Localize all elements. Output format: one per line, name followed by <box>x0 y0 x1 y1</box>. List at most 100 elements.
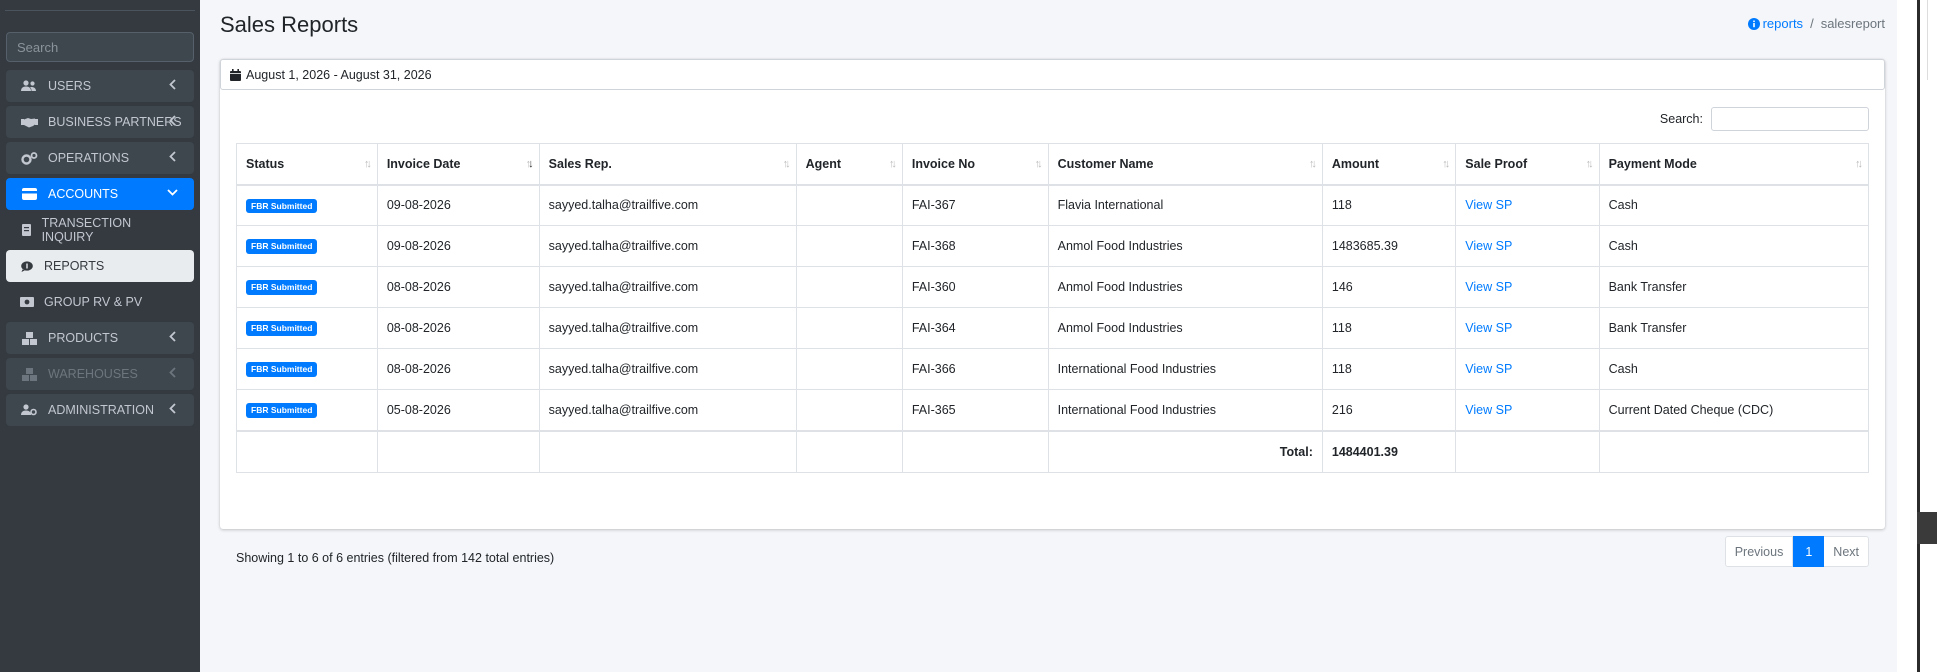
sidebar-item-warehouses[interactable]: WAREHOUSES <box>6 358 194 390</box>
column-header-status[interactable]: Status ↑↓ <box>236 143 378 186</box>
sort-icon: ↑↓ <box>782 158 791 170</box>
column-header-sale-proof[interactable]: Sale Proof ↑↓ <box>1455 143 1600 186</box>
cell-sales-rep: sayyed.talha@trailfive.com <box>538 348 797 390</box>
status-badge: FBR Submitted <box>246 280 318 295</box>
view-sp-link[interactable]: View SP <box>1465 362 1512 376</box>
cubes-icon <box>20 367 38 381</box>
cell-agent <box>795 307 903 349</box>
table-search-input[interactable] <box>1711 107 1869 131</box>
date-range-picker[interactable]: August 1, 2026 - August 31, 2026 <box>220 59 1885 90</box>
sidebar-divider <box>5 10 195 11</box>
sidebar-item-reports[interactable]: REPORTS <box>6 250 194 282</box>
comment-dollar-icon <box>20 259 34 273</box>
sort-icon: ↑↓ <box>1034 158 1043 170</box>
sort-icon: ↑↓ <box>1442 158 1450 170</box>
cell-invoice-no: FAI-365 <box>901 389 1049 431</box>
cell-invoice-date: 05-08-2026 <box>376 389 540 431</box>
sidebar-item-label: GROUP RV & PV <box>44 295 143 309</box>
pagination: Previous 1 Next <box>1724 536 1869 567</box>
cell-sale-proof: View SP <box>1455 389 1600 431</box>
table-row: FBR Submitted 08-08-2026 sayyed.talha@tr… <box>236 348 1870 390</box>
sort-desc-icon: ↑↓ <box>525 158 534 170</box>
cell-sale-proof: View SP <box>1455 184 1600 226</box>
cell-amount: 216 <box>1321 389 1457 431</box>
column-label: Agent <box>805 156 842 171</box>
table-row: FBR Submitted 09-08-2026 sayyed.talha@tr… <box>236 225 1870 267</box>
breadcrumb-current: salesreport <box>1820 16 1885 31</box>
cell-status: FBR Submitted <box>236 389 378 431</box>
column-label: Invoice No <box>911 156 976 171</box>
view-sp-link[interactable]: View SP <box>1465 403 1512 417</box>
cell-status: FBR Submitted <box>236 184 378 226</box>
table-row: FBR Submitted 09-08-2026 sayyed.talha@tr… <box>236 184 1870 226</box>
pagination-next[interactable]: Next <box>1824 536 1869 567</box>
sidebar-item-users[interactable]: USERS <box>6 70 194 102</box>
column-label: Sales Rep. <box>548 156 612 171</box>
cell-empty <box>376 429 540 473</box>
chevron-left-icon <box>169 151 176 162</box>
status-badge: FBR Submitted <box>246 362 318 377</box>
cell-invoice-no: FAI-360 <box>901 266 1049 308</box>
column-header-amount[interactable]: Amount ↑↓ <box>1321 143 1457 186</box>
cogs-icon <box>20 151 38 165</box>
table-search-label: Search: <box>1659 112 1703 126</box>
sidebar-item-group-rv-pv[interactable]: GROUP RV & PV <box>6 286 194 318</box>
cell-customer: Anmol Food Industries <box>1047 225 1323 267</box>
sidebar-item-administration[interactable]: ADMINISTRATION <box>6 394 194 426</box>
calendar-icon <box>230 68 241 81</box>
sidebar-item-label: ACCOUNTS <box>48 187 119 201</box>
view-sp-link[interactable]: View SP <box>1465 239 1512 253</box>
breadcrumb-link-reports[interactable]: reports <box>1747 16 1804 31</box>
column-header-invoice-no[interactable]: Invoice No ↑↓ <box>901 143 1049 186</box>
cell-sales-rep: sayyed.talha@trailfive.com <box>538 225 797 267</box>
cell-empty <box>538 429 797 473</box>
sales-table: Status ↑↓ Invoice Date ↑↓ Sales Rep. ↑↓ Age… <box>236 143 1870 473</box>
users-icon <box>20 79 38 93</box>
cubes-icon <box>20 331 38 345</box>
cell-amount: 118 <box>1321 184 1457 226</box>
cell-sale-proof: View SP <box>1455 266 1600 308</box>
sidebar-item-transection-inquiry[interactable]: TRANSECTION INQUIRY <box>6 214 194 246</box>
pagination-page-1[interactable]: 1 <box>1793 536 1825 567</box>
adjacent-window-border <box>1927 0 1928 80</box>
breadcrumb-separator: / <box>1810 16 1814 31</box>
status-badge: FBR Submitted <box>246 403 318 418</box>
cell-sales-rep: sayyed.talha@trailfive.com <box>538 307 797 349</box>
cell-sale-proof: View SP <box>1455 225 1600 267</box>
view-sp-link[interactable]: View SP <box>1465 280 1512 294</box>
cell-amount: 118 <box>1321 307 1457 349</box>
cell-status: FBR Submitted <box>236 266 378 308</box>
table-info: Showing 1 to 6 of 6 entries (filtered fr… <box>236 551 555 565</box>
sidebar-item-label: BUSINESS PARTNERS <box>48 115 182 129</box>
sidebar-item-products[interactable]: PRODUCTS <box>6 322 194 354</box>
breadcrumb-link-label: reports <box>1762 16 1804 31</box>
chevron-down-icon <box>167 189 178 196</box>
sort-icon: ↑↓ <box>1585 158 1594 170</box>
date-range-label: August 1, 2026 - August 31, 2026 <box>246 67 432 82</box>
pagination-previous[interactable]: Previous <box>1724 536 1794 567</box>
resize-handle[interactable] <box>1917 512 1937 544</box>
column-header-agent[interactable]: Agent ↑↓ <box>795 143 903 186</box>
column-header-customer-name[interactable]: Customer Name ↑↓ <box>1047 143 1323 186</box>
sidebar-search-input[interactable] <box>7 33 193 61</box>
cell-empty <box>901 429 1049 473</box>
cell-payment-mode: Bank Transfer <box>1598 266 1870 308</box>
cell-agent <box>795 184 903 226</box>
view-sp-link[interactable]: View SP <box>1465 321 1512 335</box>
sidebar-item-operations[interactable]: OPERATIONS <box>6 142 194 174</box>
sidebar-item-business-partners[interactable]: BUSINESS PARTNERS <box>6 106 194 138</box>
column-header-sales-rep[interactable]: Sales Rep. ↑↓ <box>538 143 797 186</box>
cell-invoice-date: 08-08-2026 <box>376 307 540 349</box>
sidebar-item-accounts[interactable]: ACCOUNTS <box>6 178 194 210</box>
cell-customer: International Food Industries <box>1047 348 1323 390</box>
cell-invoice-no: FAI-364 <box>901 307 1049 349</box>
cell-empty <box>1455 429 1600 473</box>
cell-customer: Anmol Food Industries <box>1047 266 1323 308</box>
money-bill-icon <box>20 295 34 309</box>
total-value: 1484401.39 <box>1321 429 1457 473</box>
column-header-payment-mode[interactable]: Payment Mode ↑↓ <box>1598 143 1870 186</box>
cell-payment-mode: Current Dated Cheque (CDC) <box>1598 389 1870 431</box>
view-sp-link[interactable]: View SP <box>1465 198 1512 212</box>
cell-agent <box>795 389 903 431</box>
column-header-invoice-date[interactable]: Invoice Date ↑↓ <box>376 143 540 186</box>
